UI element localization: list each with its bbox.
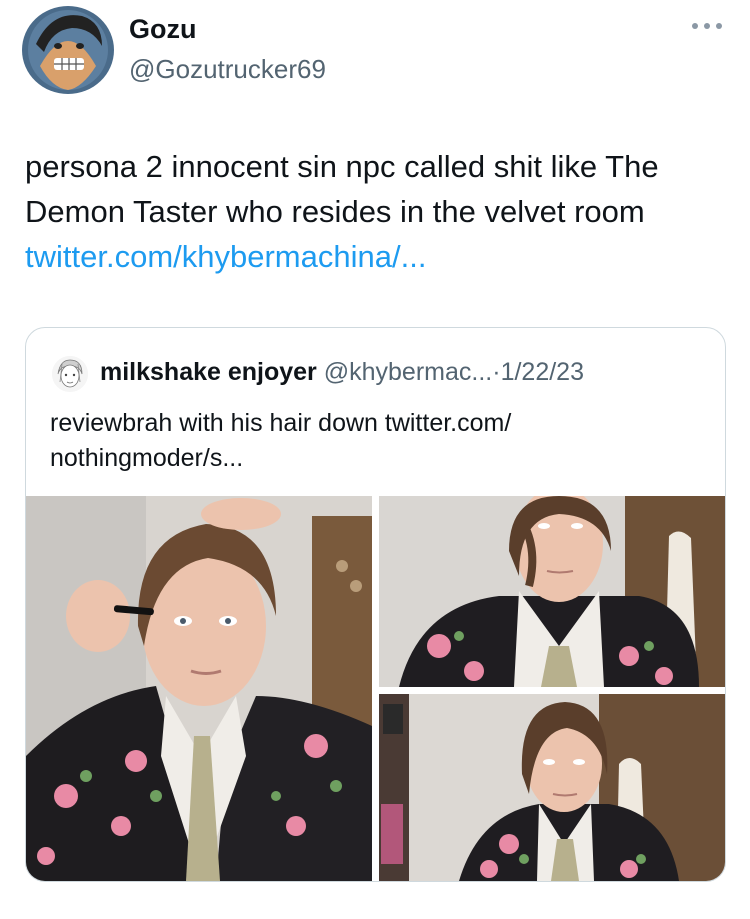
tweet-link[interactable]: twitter.com/khybermachina/... xyxy=(25,234,735,279)
quoted-tweet-header: milkshake enjoyer @khybermac...·1/22/23 xyxy=(100,358,584,387)
media-grid xyxy=(26,496,725,881)
quoted-author-name[interactable]: milkshake enjoyer xyxy=(100,358,317,386)
photo-3[interactable] xyxy=(379,694,725,881)
tweet-text: persona 2 innocent sin npc called shit l… xyxy=(25,144,735,279)
tweet-text-line: persona 2 innocent sin npc called shit l… xyxy=(25,149,659,184)
quoted-text-line: nothingmoder/s... xyxy=(50,444,244,472)
photo-1[interactable] xyxy=(26,496,372,881)
quoted-author-handle[interactable]: @khybermac... xyxy=(324,358,492,386)
quoted-tweet-text: reviewbrah with his hair down twitter.co… xyxy=(50,406,690,476)
more-horizontal-icon[interactable] xyxy=(689,16,725,36)
quoted-author-avatar[interactable] xyxy=(52,356,88,392)
separator-dot: · xyxy=(492,358,501,386)
quoted-date[interactable]: 1/22/23 xyxy=(501,358,584,386)
author-handle[interactable]: @Gozutrucker69 xyxy=(129,54,326,85)
tweet-text-line: Demon Taster who resides in the velvet r… xyxy=(25,194,645,229)
photo-2[interactable] xyxy=(379,496,725,687)
quoted-tweet-card[interactable]: milkshake enjoyer @khybermac...·1/22/23 … xyxy=(25,327,726,882)
author-avatar[interactable] xyxy=(22,6,114,94)
author-name[interactable]: Gozu xyxy=(129,14,197,45)
quoted-text-line: reviewbrah with his hair down twitter.co… xyxy=(50,409,512,437)
